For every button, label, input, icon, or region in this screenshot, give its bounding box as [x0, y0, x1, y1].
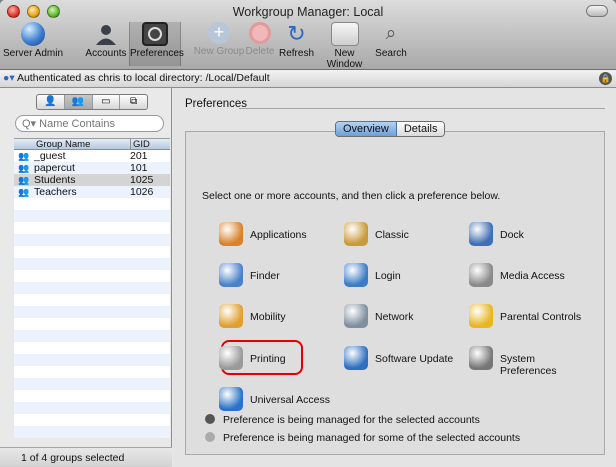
globe-icon	[21, 22, 45, 46]
pref-finder[interactable]: Finder	[219, 263, 343, 289]
system-preferences-icon	[469, 346, 493, 370]
search-placeholder: Name Contains	[39, 118, 115, 130]
login-icon	[344, 263, 368, 287]
finder-icon	[219, 263, 243, 287]
groups-table-body: 👥 _guest 201 👥 papercut 101 👥 Students 1…	[14, 150, 170, 438]
classic-icon	[344, 222, 368, 246]
printer-icon	[219, 346, 243, 370]
column-group-name[interactable]: Group Name	[34, 139, 130, 150]
window-title: Workgroup Manager: Local	[232, 5, 384, 19]
toolbar-accounts[interactable]: Accounts	[84, 22, 128, 66]
legend-partially-managed: Preference is being managed for some of …	[205, 432, 520, 444]
instruction-text: Select one or more accounts, and then cl…	[202, 190, 501, 202]
group-icon: 👥	[18, 187, 30, 197]
groups-table-header: Group Name GID	[14, 139, 170, 150]
group-icon: 👥	[18, 151, 30, 161]
dock-icon	[469, 222, 493, 246]
managed-dot-icon	[205, 414, 215, 424]
lock-icon[interactable]: 🔒	[599, 72, 612, 85]
table-row[interactable]: 👥 papercut 101	[14, 162, 170, 174]
applications-icon	[219, 222, 243, 246]
toolbar-refresh[interactable]: ↻ Refresh	[279, 22, 314, 66]
plus-icon: +	[208, 22, 230, 44]
title-bar: Workgroup Manager: Local Server Admin Ac…	[0, 0, 616, 70]
universal-access-icon	[219, 387, 243, 411]
users-tab-icon[interactable]: 👤	[37, 95, 65, 109]
section-divider	[239, 108, 605, 109]
parental-controls-icon	[469, 304, 493, 328]
workgroup-manager-window: Workgroup Manager: Local Server Admin Ac…	[0, 0, 616, 467]
new-window-icon	[330, 22, 359, 46]
toolbar-server-admin[interactable]: Server Admin	[2, 22, 64, 66]
preferences-icon	[142, 22, 168, 46]
pref-applications[interactable]: Applications	[219, 222, 343, 248]
pref-printing[interactable]: Printing	[219, 346, 343, 372]
groups-table: Group Name GID 👥 _guest 201 👥 papercut 1…	[14, 138, 170, 438]
account-type-selector: 👤 👥 ▭ ⧉	[36, 94, 148, 110]
column-gid[interactable]: GID	[130, 139, 166, 150]
toolbar-search[interactable]: ⌕ Search	[374, 22, 408, 66]
selection-status: 1 of 4 groups selected	[0, 447, 172, 467]
group-icon: 👥	[18, 163, 30, 173]
toolbar-new-window[interactable]: New Window	[316, 22, 373, 70]
toolbar-preferences[interactable]: Preferences	[129, 22, 184, 66]
group-icon: 👥	[18, 175, 30, 185]
section-title: Preferences	[185, 98, 248, 110]
pref-media-access[interactable]: Media Access	[469, 263, 593, 289]
toolbar-new-group[interactable]: + New Group	[193, 22, 245, 66]
user-icon	[93, 22, 119, 46]
computer-groups-tab-icon[interactable]: ⧉	[120, 95, 147, 109]
table-row[interactable]: 👥 Teachers 1026	[14, 186, 170, 198]
search-icon: Q▾	[22, 118, 37, 130]
tab-details[interactable]: Details	[396, 122, 445, 136]
groups-sidebar: 👤 👥 ▭ ⧉ Q▾ Name Contains Group Name GID …	[0, 88, 172, 467]
delete-icon	[249, 22, 271, 44]
pref-mobility[interactable]: Mobility	[219, 304, 343, 330]
pref-software-update[interactable]: Software Update	[344, 346, 468, 372]
preferences-box: Select one or more accounts, and then cl…	[185, 131, 605, 455]
pref-universal-access[interactable]: Universal Access	[219, 387, 343, 413]
groups-tab-icon[interactable]: 👥	[64, 95, 93, 109]
preferences-panel: Preferences Overview Details Select one …	[173, 88, 616, 467]
computers-tab-icon[interactable]: ▭	[93, 95, 121, 109]
toolbar-delete[interactable]: Delete	[244, 22, 276, 66]
mobility-icon	[219, 304, 243, 328]
name-search-field[interactable]: Q▾ Name Contains	[15, 115, 164, 132]
tab-overview[interactable]: Overview	[336, 122, 397, 136]
software-update-icon	[344, 346, 368, 370]
table-row[interactable]: 👥 _guest 201	[14, 150, 170, 162]
authentication-bar: ●▾ Authenticated as chris to local direc…	[0, 70, 616, 88]
globe-small-icon[interactable]: ●▾	[3, 72, 15, 84]
network-icon	[344, 304, 368, 328]
view-tabs: Overview Details	[335, 121, 446, 137]
pref-classic[interactable]: Classic	[344, 222, 468, 248]
toolbar-toggle-button[interactable]	[586, 5, 608, 17]
pref-network[interactable]: Network	[344, 304, 468, 330]
search-icon: ⌕	[385, 23, 397, 44]
table-row[interactable]: 👥 Students 1025	[14, 174, 170, 186]
refresh-icon: ↻	[287, 21, 306, 46]
media-access-icon	[469, 263, 493, 287]
pref-parental-controls[interactable]: Parental Controls	[469, 304, 593, 330]
partially-managed-dot-icon	[205, 432, 215, 442]
pref-system-preferences[interactable]: System Preferences	[469, 346, 593, 377]
pref-login[interactable]: Login	[344, 263, 468, 289]
pref-dock[interactable]: Dock	[469, 222, 593, 248]
legend-managed: Preference is being managed for the sele…	[205, 414, 480, 426]
auth-status-text: Authenticated as chris to local director…	[16, 72, 270, 84]
